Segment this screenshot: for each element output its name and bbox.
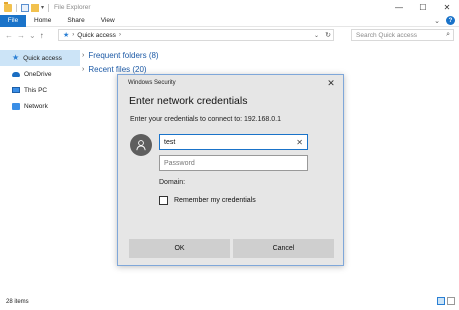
sidebar-item-quick-access[interactable]: ★ Quick access: [0, 50, 80, 66]
new-folder-icon[interactable]: [31, 3, 39, 12]
refresh-icon[interactable]: ↻: [325, 31, 331, 39]
remember-checkbox[interactable]: [159, 196, 168, 205]
sidebar-item-network[interactable]: Network: [0, 98, 80, 114]
dialog-heading: Enter network credentials: [129, 95, 248, 107]
quick-access-star-icon: ★: [63, 32, 70, 39]
toolbar-divider: [16, 3, 17, 12]
search-input[interactable]: Search Quick access ⌕: [351, 29, 454, 41]
address-row: ← → ⌄ ↑ ★ › Quick access › ⌄ ↻ Search Qu…: [0, 28, 459, 43]
breadcrumb-separator[interactable]: ›: [72, 32, 74, 38]
expand-ribbon-icon[interactable]: ⌄: [434, 17, 440, 25]
sidebar-item-this-pc[interactable]: This PC: [0, 82, 80, 98]
minimize-button[interactable]: —: [387, 0, 411, 15]
search-placeholder: Search Quick access: [356, 31, 418, 39]
back-arrow-icon[interactable]: ←: [5, 31, 13, 40]
ok-button[interactable]: OK: [129, 239, 230, 258]
title-bar: ▾ File Explorer — ☐ ✕: [0, 0, 459, 15]
password-field[interactable]: Password: [159, 155, 308, 171]
clear-icon[interactable]: ✕: [296, 138, 303, 147]
navigation-buttons: ← → ⌄ ↑: [0, 31, 57, 40]
star-icon: ★: [12, 53, 20, 62]
username-field[interactable]: test ✕: [159, 134, 308, 150]
tab-file[interactable]: File: [0, 14, 26, 27]
dialog-close-icon[interactable]: ✕: [325, 77, 337, 89]
computer-icon: [12, 87, 20, 93]
status-item-count: 28 items: [6, 299, 29, 305]
domain-label: Domain:: [159, 179, 186, 186]
folder-icon: [4, 1, 12, 12]
sidebar-item-onedrive[interactable]: OneDrive: [0, 66, 80, 82]
credentials-dialog: Windows Security ✕ Enter network credent…: [117, 74, 344, 266]
quick-access-toolbar: ▾: [0, 1, 51, 12]
ribbon-tabs: File Home Share View ⌄ ?: [0, 14, 459, 27]
cancel-button[interactable]: Cancel: [233, 239, 334, 258]
forward-arrow-icon[interactable]: →: [17, 31, 25, 40]
view-toggle: [437, 297, 455, 305]
group-frequent-folders[interactable]: › Frequent folders (8): [82, 48, 159, 62]
tab-view[interactable]: View: [93, 15, 123, 27]
address-dropdown-icon[interactable]: ⌄: [314, 32, 319, 39]
details-view-icon[interactable]: [437, 297, 445, 305]
properties-icon[interactable]: [21, 3, 29, 12]
dialog-title: Windows Security: [128, 80, 176, 86]
file-list: › Frequent folders (8) › Recent files (2…: [82, 48, 159, 76]
breadcrumb-quick-access[interactable]: Quick access: [77, 32, 116, 39]
network-icon: [12, 102, 20, 110]
remember-credentials-option[interactable]: Remember my credentials: [159, 196, 256, 205]
remember-label: Remember my credentials: [174, 197, 256, 204]
up-arrow-icon[interactable]: ↑: [40, 31, 44, 40]
dialog-subtitle: Enter your credentials to connect to: 19…: [130, 116, 281, 123]
sidebar-item-label: This PC: [24, 86, 48, 94]
tab-share[interactable]: Share: [59, 15, 92, 27]
sidebar-item-label: OneDrive: [24, 70, 52, 78]
user-avatar-icon: [130, 134, 152, 156]
navigation-pane: ★ Quick access OneDrive This PC Network: [0, 50, 80, 114]
window-title: File Explorer: [54, 4, 91, 11]
group-label: Frequent folders (8): [88, 50, 159, 60]
ribbon-right-controls: ⌄ ?: [434, 16, 459, 25]
toolbar-divider: [48, 3, 50, 12]
close-button[interactable]: ✕: [435, 0, 459, 15]
chevron-right-icon[interactable]: ›: [82, 52, 84, 59]
breadcrumb-separator[interactable]: ›: [119, 32, 121, 38]
recent-locations-icon[interactable]: ⌄: [29, 31, 36, 40]
password-placeholder: Password: [164, 159, 195, 167]
group-label: Recent files (20): [88, 64, 147, 74]
username-value: test: [164, 138, 176, 146]
address-bar[interactable]: ★ › Quick access › ⌄ ↻: [58, 29, 334, 41]
cloud-icon: [12, 71, 20, 77]
chevron-right-icon[interactable]: ›: [82, 66, 84, 73]
sidebar-item-label: Network: [24, 102, 48, 110]
tab-home[interactable]: Home: [26, 15, 59, 27]
sidebar-item-label: Quick access: [23, 54, 62, 62]
customize-toolbar-icon[interactable]: ▾: [41, 4, 44, 11]
person-icon: [136, 140, 146, 151]
search-icon[interactable]: ⌕: [446, 31, 450, 39]
help-icon[interactable]: ?: [446, 16, 455, 25]
maximize-button[interactable]: ☐: [411, 0, 435, 15]
large-icons-view-icon[interactable]: [447, 297, 455, 305]
window-controls: — ☐ ✕: [387, 0, 459, 15]
